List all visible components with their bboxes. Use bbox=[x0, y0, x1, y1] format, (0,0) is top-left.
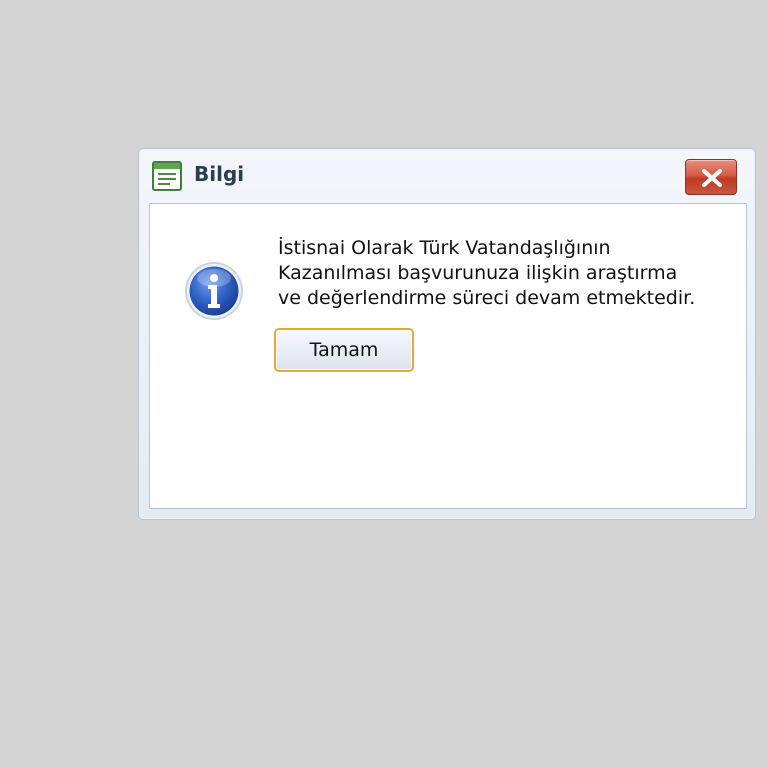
close-icon bbox=[702, 169, 722, 187]
info-icon bbox=[183, 260, 245, 322]
dialog-titlebar[interactable]: Bilgi bbox=[139, 149, 755, 201]
close-button[interactable] bbox=[685, 159, 737, 195]
dialog-message: İstisnai Olarak Türk Vatandaşlığının Kaz… bbox=[278, 236, 728, 311]
dialog-content: İstisnai Olarak Türk Vatandaşlığının Kaz… bbox=[149, 203, 747, 509]
info-dialog: Bilgi İstisnai Olarak Türk Vatandaşlığın… bbox=[138, 148, 756, 520]
ok-button[interactable]: Tamam bbox=[274, 328, 414, 372]
message-line: ve değerlendirme süreci devam etmektedir… bbox=[278, 287, 696, 309]
message-line: İstisnai Olarak Türk Vatandaşlığının bbox=[278, 237, 611, 259]
message-line: Kazanılması başvurunuza ilişkin araştırm… bbox=[278, 262, 678, 284]
dialog-title: Bilgi bbox=[194, 162, 245, 186]
window-list-icon bbox=[152, 161, 182, 191]
